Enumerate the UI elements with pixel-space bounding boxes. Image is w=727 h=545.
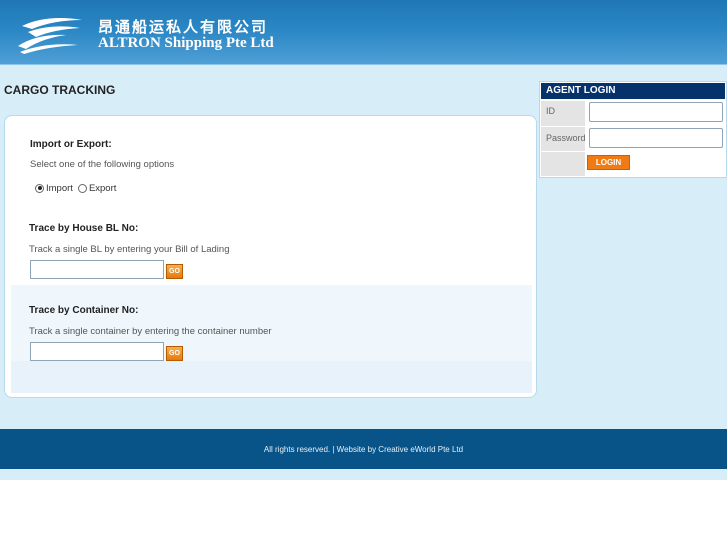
import-radio[interactable] bbox=[35, 183, 44, 193]
house-bl-input[interactable] bbox=[30, 260, 164, 279]
container-description: Track a single container by entering the… bbox=[29, 326, 272, 337]
agent-login-title: AGENT LOGIN bbox=[541, 83, 725, 99]
import-export-description: Select one of the following options bbox=[30, 159, 175, 170]
id-input[interactable] bbox=[589, 102, 723, 122]
import-radio-label[interactable]: Import bbox=[46, 183, 73, 194]
export-radio[interactable] bbox=[77, 183, 87, 193]
login-button[interactable]: LOGIN bbox=[587, 155, 630, 170]
panel-bottom-band bbox=[11, 361, 532, 393]
password-label: Password bbox=[541, 127, 586, 151]
footer-strip bbox=[0, 469, 727, 480]
site-header: 昂通船运私人有限公司 ALTRON Shipping Pte Ltd bbox=[0, 0, 727, 65]
import-export-heading: Import or Export: bbox=[30, 139, 112, 150]
container-heading: Trace by Container No: bbox=[29, 305, 139, 316]
ship-waves-logo-icon bbox=[18, 18, 82, 54]
container-input[interactable] bbox=[30, 342, 164, 361]
company-name-english: ALTRON Shipping Pte Ltd bbox=[98, 35, 274, 51]
footer-text: All rights reserved. | Website by Creati… bbox=[263, 444, 464, 454]
import-export-options: Import Export bbox=[35, 182, 121, 194]
house-bl-heading: Trace by House BL No: bbox=[29, 223, 139, 234]
export-radio-label[interactable]: Export bbox=[89, 183, 116, 194]
cargo-tracking-panel: Import or Export: Select one of the foll… bbox=[4, 115, 537, 398]
id-label: ID bbox=[541, 101, 585, 126]
page-title: CARGO TRACKING bbox=[4, 83, 116, 97]
company-name-chinese: 昂通船运私人有限公司 bbox=[98, 18, 269, 36]
container-go-button[interactable]: GO bbox=[166, 346, 183, 361]
house-bl-go-button[interactable]: GO bbox=[166, 264, 183, 279]
house-bl-description: Track a single BL by entering your Bill … bbox=[29, 244, 230, 255]
agent-login-panel: AGENT LOGIN ID Password LOGIN bbox=[539, 81, 727, 178]
login-row-spacer bbox=[541, 152, 585, 176]
site-footer: All rights reserved. | Website by Creati… bbox=[0, 429, 727, 469]
password-input[interactable] bbox=[589, 128, 723, 148]
